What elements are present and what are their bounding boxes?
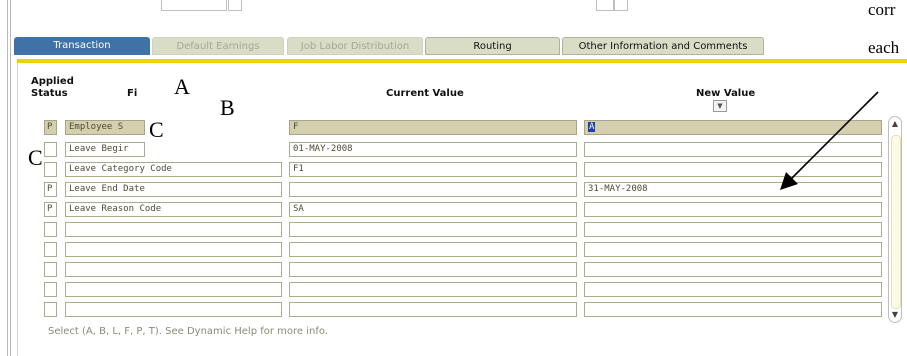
field-cell <box>65 242 282 257</box>
status-cell[interactable] <box>44 302 57 317</box>
new-value-cell[interactable] <box>584 222 882 237</box>
current-value-cell <box>289 242 577 257</box>
top-button-fragment <box>614 0 628 11</box>
current-value-cell <box>289 182 577 197</box>
scroll-down-icon[interactable]: ▼ <box>890 309 900 321</box>
status-cell[interactable] <box>44 222 57 237</box>
current-value-cell: SA <box>289 202 577 217</box>
top-button-fragment <box>228 0 242 11</box>
field-cell <box>65 302 282 317</box>
annotation-letter-c: C <box>28 145 43 170</box>
annotation-box-b: B <box>200 88 270 130</box>
new-value-cell[interactable] <box>584 262 882 277</box>
applied-header: Applied <box>31 76 74 87</box>
field-cell <box>65 262 282 277</box>
left-border-line <box>10 0 11 356</box>
current-value-cell: F <box>289 120 577 135</box>
status-cell[interactable] <box>44 142 57 157</box>
left-border-line <box>7 0 8 356</box>
current-value-cell <box>289 302 577 317</box>
annotation-arrow-icon <box>780 91 879 190</box>
new-value-header: New Value <box>696 88 756 99</box>
new-value-cell[interactable] <box>584 242 882 257</box>
scroll-up-icon[interactable]: ▲ <box>890 118 900 130</box>
current-value-cell <box>289 282 577 297</box>
current-value-cell <box>289 262 577 277</box>
field-cell: Employee S <box>65 120 145 135</box>
tab-routing[interactable]: Routing <box>425 37 560 55</box>
document-text-each: each <box>868 38 900 57</box>
status-cell[interactable] <box>44 262 57 277</box>
new-value-list-button[interactable]: ▼ <box>713 100 727 112</box>
vertical-scrollbar[interactable]: ▲ ▼ <box>888 116 902 323</box>
field-cell: Leave Reason Code <box>65 202 282 217</box>
tab-underline-bar <box>17 59 907 63</box>
tab-default-earnings: Default Earnings <box>152 37 284 55</box>
document-text-corr: corr <box>868 0 896 19</box>
field-cell: Leave End Date <box>65 182 282 197</box>
current-value-cell: 01-MAY-2008 <box>289 142 577 157</box>
status-cell[interactable] <box>44 282 57 297</box>
field-cell <box>65 282 282 297</box>
panel-border <box>17 63 18 356</box>
tab-transaction[interactable]: Transaction <box>14 37 150 55</box>
annotation-letter-a: A <box>174 74 190 99</box>
new-value-cell[interactable] <box>584 202 882 217</box>
current-value-cell: F1 <box>289 162 577 177</box>
tab-other-information[interactable]: Other Information and Comments <box>562 37 764 55</box>
scrollbar-thumb[interactable] <box>891 135 901 309</box>
tab-job-labor-distribution: Job Labor Distribution <box>287 37 423 55</box>
top-field-fragment <box>596 0 614 11</box>
status-cell[interactable] <box>44 242 57 257</box>
status-header: Status <box>31 88 68 99</box>
field-cell <box>65 222 282 237</box>
status-cell[interactable] <box>44 162 57 177</box>
top-field-fragment <box>161 0 227 11</box>
field-header: Fi <box>127 88 138 99</box>
new-value-cell[interactable] <box>584 302 882 317</box>
status-cell[interactable]: P <box>44 202 57 217</box>
annotation-letter-b: B <box>220 95 235 120</box>
annotation-box-c: C <box>143 112 179 148</box>
new-value-text[interactable]: A <box>588 122 596 132</box>
current-value-header: Current Value <box>386 88 464 99</box>
status-cell[interactable]: P <box>44 120 57 135</box>
new-value-cell[interactable] <box>584 282 882 297</box>
current-value-cell <box>289 222 577 237</box>
field-cell: Leave Category Code <box>65 162 282 177</box>
status-cell[interactable]: P <box>44 182 57 197</box>
help-text: Select (A, B, L, F, P, T). See Dynamic H… <box>48 326 328 337</box>
annotation-letter-c: C <box>149 117 164 142</box>
field-cell: Leave Begir <box>65 142 145 157</box>
annotation-box-a: A <box>156 66 202 102</box>
